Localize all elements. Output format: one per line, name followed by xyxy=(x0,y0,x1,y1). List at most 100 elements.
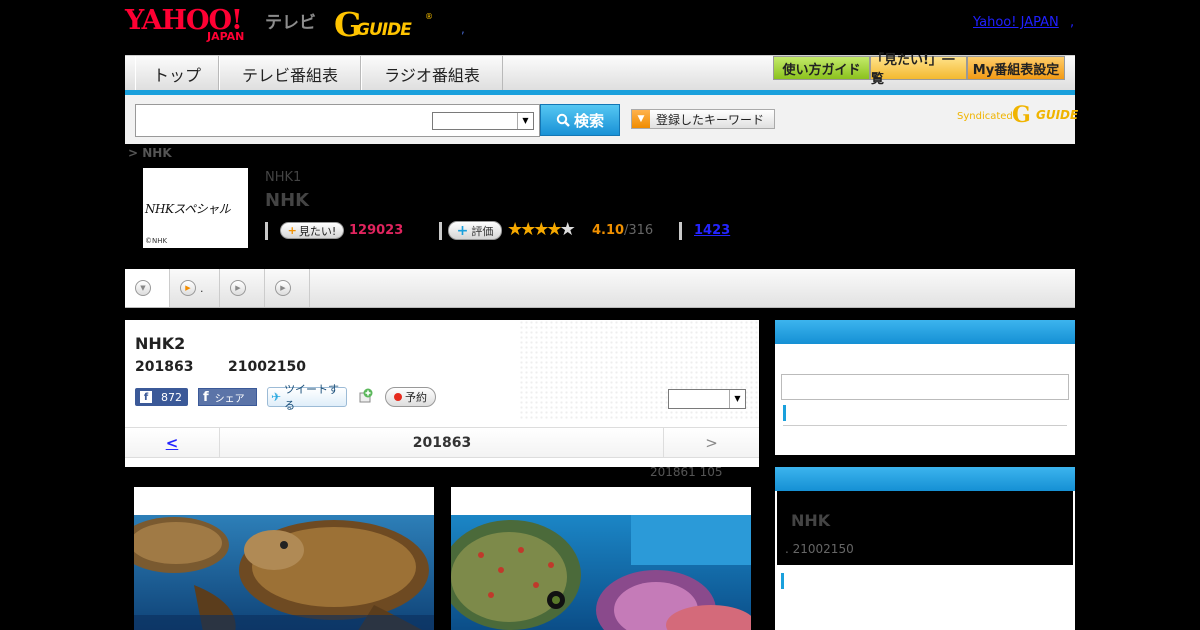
reserve-button[interactable]: 予約 xyxy=(385,387,436,407)
facebook-icon: f xyxy=(203,389,209,405)
nav-tab-radio-schedule[interactable]: ラジオ番組表 xyxy=(361,56,503,91)
guide-button[interactable]: 使い方ガイド xyxy=(773,56,870,80)
chevron-down-icon: ▼ xyxy=(729,390,745,408)
broadcast-date: 201863 xyxy=(135,359,194,375)
program-title: NHK xyxy=(265,190,310,211)
add-to-list-icon[interactable] xyxy=(358,388,374,404)
yahoo-japan-logo[interactable]: YAHOO! JAPAN xyxy=(125,5,263,43)
star-icon: ★ xyxy=(533,219,549,240)
facebook-share-label: シェア xyxy=(214,393,245,405)
rating-value: 4.10 xyxy=(592,223,625,238)
want-list-button[interactable]: 「見たい!」一覧 xyxy=(870,53,967,87)
thumbnail-credit: ©NHK xyxy=(145,237,168,245)
section-tab-2-label: . xyxy=(200,281,204,295)
breadcrumb[interactable]: > NHK xyxy=(128,146,172,160)
facebook-like-button[interactable]: f 872 xyxy=(135,388,188,406)
thumbnail-logo-text: NHKスペシャル xyxy=(145,202,231,216)
syndicated-logo-g: G xyxy=(1012,102,1031,128)
date-navigation: < 201863 > xyxy=(125,427,759,458)
header-separator: , xyxy=(461,22,465,36)
star-icon: ★ xyxy=(520,219,536,240)
record-dot-icon xyxy=(394,393,402,401)
detail-select[interactable]: ▼ xyxy=(668,389,746,409)
star-icon: ★ xyxy=(507,219,523,240)
registered-keyword-label: 登録したキーワード xyxy=(656,112,765,127)
yahoo-japan-link[interactable]: Yahoo! JAPAN xyxy=(973,15,1059,30)
search-category-select[interactable]: ▼ xyxy=(432,112,534,130)
facebook-icon: f xyxy=(140,391,152,403)
section-tab-2[interactable]: ▶ . xyxy=(170,269,220,307)
sidebar-box-2: NHK . 21002150 xyxy=(775,467,1075,630)
review-count-link[interactable]: 1423 xyxy=(694,223,730,238)
tv-label[interactable]: テレビ xyxy=(265,8,316,33)
rate-button[interactable]: + 評価 xyxy=(448,221,502,240)
star-empty-icon: ★ xyxy=(559,219,576,240)
program-photo-2[interactable] xyxy=(451,487,751,630)
rate-button-label: 評価 xyxy=(471,224,494,238)
registered-keyword-button[interactable]: ▼ 登録したキーワード xyxy=(631,109,775,129)
sidebar-marker xyxy=(781,573,784,589)
divider xyxy=(439,222,442,240)
my-schedule-settings-button[interactable]: My番組表設定 xyxy=(967,56,1065,80)
reef-fish-image xyxy=(451,515,751,630)
play-icon: ▶ xyxy=(275,280,291,296)
star-icon: ★ xyxy=(546,219,562,240)
nav-tab-top[interactable]: トップ xyxy=(135,56,219,91)
play-icon: ▶ xyxy=(180,280,196,296)
divider xyxy=(265,222,268,240)
down-arrow-icon: ▼ xyxy=(135,280,151,296)
tweet-button[interactable]: ✈ ツイートする xyxy=(267,383,347,412)
tweet-label: ツイートする xyxy=(284,383,340,412)
play-icon: ▶ xyxy=(230,280,246,296)
sidebar-box-1-header xyxy=(775,320,1075,344)
registered-mark: ® xyxy=(425,12,433,21)
program-detail-box: NHK2 201863 21002150 f 872 f シェア ✈ ツイートす… xyxy=(125,320,759,467)
rating-stars: ★★★★★ xyxy=(507,219,576,240)
gguide-logo[interactable]: G GUIDE ® xyxy=(334,8,434,42)
program-detail-title: NHK2 xyxy=(135,334,186,353)
sidebar-input[interactable] xyxy=(781,374,1069,400)
section-tab-1[interactable]: ▼ xyxy=(125,269,170,307)
search-button-label: 検索 xyxy=(573,111,604,130)
sidebar-box-1 xyxy=(775,320,1075,455)
syndicated-logo-text: GUIDE xyxy=(1036,108,1079,122)
gguide-logo-text: GUIDE xyxy=(356,20,412,40)
chevron-down-icon: ▼ xyxy=(517,113,533,129)
sea-turtle-image xyxy=(134,515,434,630)
facebook-count: 872 xyxy=(161,390,182,404)
reserve-label: 予約 xyxy=(405,391,427,404)
sidebar-program-time: . 21002150 xyxy=(785,542,854,556)
rating-count: /316 xyxy=(624,223,654,238)
want-button-label: 見たい! xyxy=(298,224,337,238)
next-date-link[interactable]: > xyxy=(663,428,759,458)
current-date: 201863 xyxy=(412,435,472,451)
search-button[interactable]: 検索 xyxy=(540,104,620,136)
section-tab-3[interactable]: ▶ xyxy=(220,269,265,307)
nav-tab-tv-schedule[interactable]: テレビ番組表 xyxy=(219,56,361,91)
plus-icon: + xyxy=(456,222,469,239)
prev-date-link[interactable]: < xyxy=(125,428,220,458)
divider xyxy=(679,222,682,240)
section-tabs: ▼ ▶ . ▶ ▶ xyxy=(125,269,1075,308)
program-photo-1[interactable] xyxy=(134,487,434,630)
broadcast-time: 21002150 xyxy=(228,359,306,375)
twitter-bird-icon: ✈ xyxy=(271,390,282,404)
episode-info: 201861 105 xyxy=(650,465,723,479)
want-count: 129023 xyxy=(349,223,404,238)
japan-logo-text: JAPAN xyxy=(207,30,245,43)
header-link-separator: , xyxy=(1070,15,1075,30)
want-to-watch-button[interactable]: + 見たい! xyxy=(280,222,344,239)
page: YAHOO! JAPAN テレビ G GUIDE ® , Yahoo! JAPA… xyxy=(0,0,1200,630)
sidebar-divider xyxy=(783,425,1067,426)
sidebar-marker xyxy=(783,405,786,421)
chevron-down-icon: ▼ xyxy=(632,110,650,128)
section-tab-4[interactable]: ▶ xyxy=(265,269,310,307)
sidebar-program-title: NHK xyxy=(791,511,831,530)
sidebar-program-card[interactable]: NHK . 21002150 xyxy=(777,491,1073,565)
plus-icon: + xyxy=(287,224,297,237)
sidebar-box-2-header xyxy=(775,467,1075,491)
program-thumbnail: NHKスペシャル ©NHK xyxy=(143,168,248,248)
facebook-share-button[interactable]: f シェア xyxy=(198,388,257,406)
syndicated-label: Syndicated xyxy=(957,111,1013,122)
channel-name: NHK1 xyxy=(265,170,302,185)
